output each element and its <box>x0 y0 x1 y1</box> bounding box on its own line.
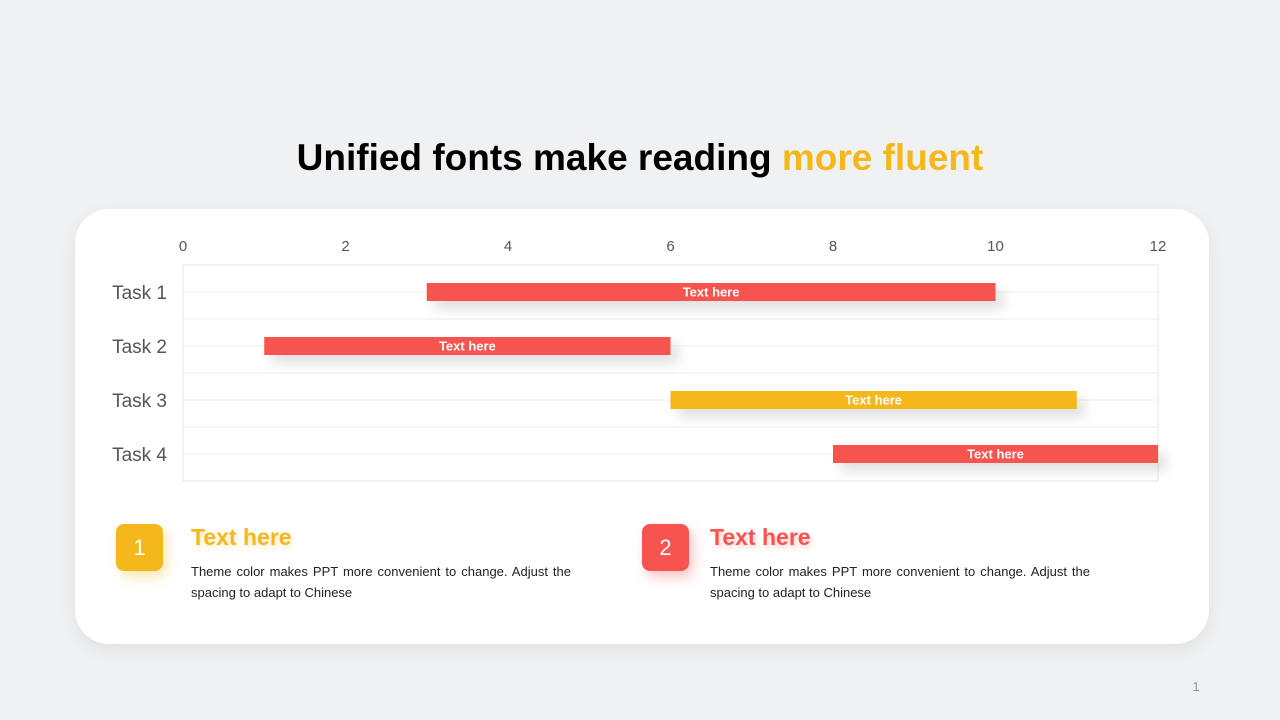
page-number: 1 <box>1192 679 1200 694</box>
title-accent: more fluent <box>781 137 984 178</box>
info-badge-2: 2 <box>642 524 689 571</box>
x-tick-label: 0 <box>179 238 187 255</box>
info-body-2: Theme color makes PPT more convenient to… <box>710 564 1090 600</box>
info-body-1: Theme color makes PPT more convenient to… <box>191 564 571 600</box>
task-label: Task 2 <box>112 337 167 358</box>
slide-title: Unified fonts make reading more fluent <box>0 136 1280 180</box>
task-label: Task 1 <box>112 283 167 304</box>
x-tick-label: 8 <box>829 238 837 255</box>
info-heading-2: Text here <box>710 524 811 550</box>
x-tick-label: 10 <box>987 238 1004 255</box>
task-label: Task 4 <box>112 445 167 466</box>
content-card: 0 2 4 6 8 10 12 Task 1 Text here Task 2 Text here T… <box>75 209 1209 644</box>
bar-label: Text here <box>845 393 902 408</box>
gantt-chart: 0 2 4 6 8 10 12 Task 1 Text here Task 2 Text here T… <box>112 238 1167 482</box>
bar-label: Text here <box>439 339 496 354</box>
x-tick-label: 6 <box>666 238 674 255</box>
x-tick-label: 4 <box>504 238 512 255</box>
bar-label: Text here <box>683 285 740 300</box>
task-label: Task 3 <box>112 391 167 412</box>
x-tick-label: 12 <box>1150 238 1167 255</box>
info-heading-1: Text here <box>191 524 292 550</box>
info-badge-1: 1 <box>116 524 163 571</box>
x-tick-label: 2 <box>341 238 349 255</box>
bar-label: Text here <box>967 447 1024 462</box>
title-main: Unified fonts make reading <box>296 137 782 178</box>
